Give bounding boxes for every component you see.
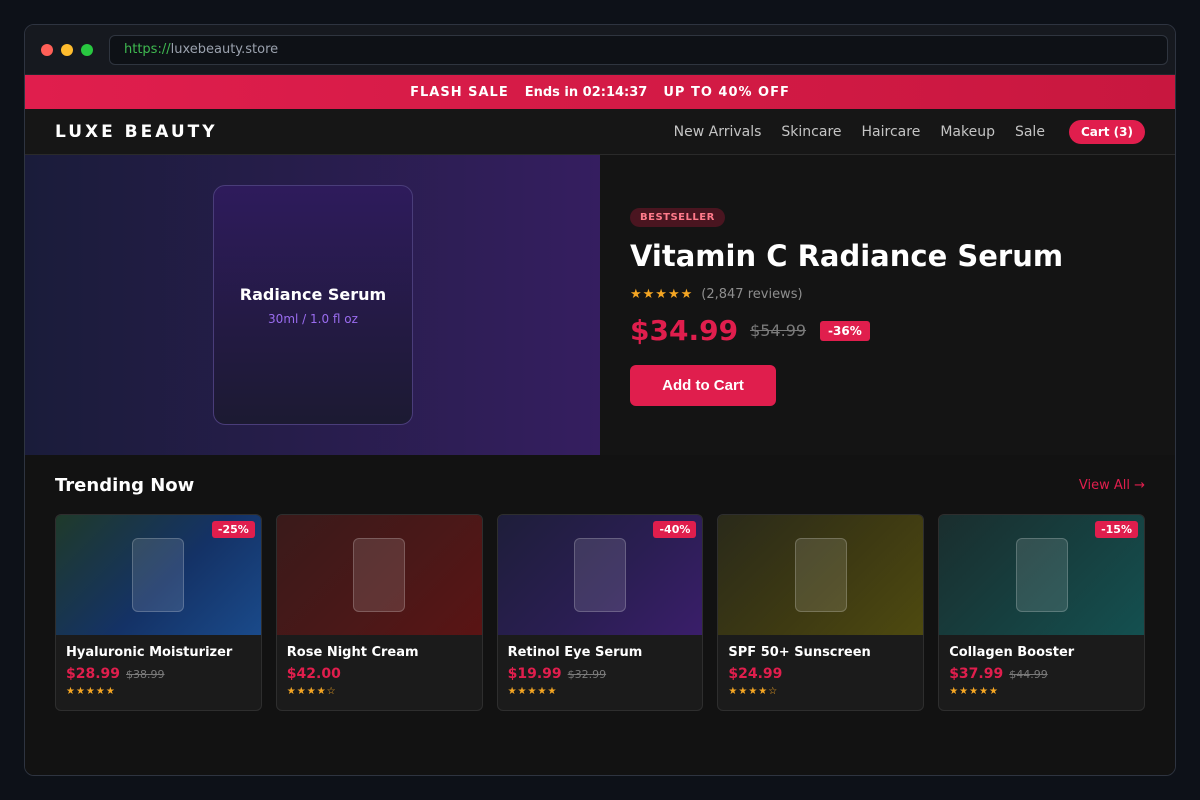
product-old-price: $44.99 [1009, 668, 1048, 681]
product-thumbnail [353, 538, 406, 612]
product-card[interactable]: -40% Retinol Eye Serum $19.99 $32.99 ★★★… [496, 514, 704, 711]
hero-product-image[interactable]: Radiance Serum 30ml / 1.0 fl oz [213, 185, 413, 425]
nav-link-sale[interactable]: Sale [1015, 124, 1045, 140]
product-star-rating-icon: ★★★★★ [66, 686, 116, 697]
product-card-image[interactable]: -40% [497, 515, 703, 635]
maximize-window-button[interactable] [81, 43, 93, 56]
star-rating-icon: ★★★★★ [630, 287, 694, 302]
product-name[interactable]: SPF 50+ Sunscreen [728, 645, 913, 660]
product-star-rating-icon: ★★★★☆ [728, 686, 779, 697]
product-price: $24.99 [728, 666, 783, 682]
minimize-window-button[interactable] [61, 43, 73, 56]
product-card-body: Hyaluronic Moisturizer $28.99 $38.99 ★★★… [56, 635, 261, 707]
product-star-rating-icon: ★★★★☆ [286, 686, 337, 697]
trending-title: Trending Now [55, 475, 195, 496]
price-row: $34.99 $54.99 -36% [630, 314, 1145, 347]
current-price: $34.99 [630, 314, 739, 347]
hero-product-image-size: 30ml / 1.0 fl oz [268, 311, 358, 326]
card-discount-badge: -15% [1095, 521, 1138, 538]
product-card[interactable]: Rose Night Cream $42.00 ★★★★☆ [275, 514, 483, 711]
close-window-button[interactable] [41, 43, 53, 56]
cart-button[interactable]: Cart (3) [1068, 119, 1145, 144]
view-all-link[interactable]: View All → [1079, 478, 1145, 493]
product-card[interactable]: -25% Hyaluronic Moisturizer $28.99 $38.9… [55, 514, 262, 711]
flash-sale-banner: FLASH SALE Ends in 02:14:37 UP TO 40% OF… [25, 75, 1175, 109]
site-navbar: LUXE BEAUTY New Arrivals Skincare Hairca… [25, 109, 1175, 155]
product-thumbnail [573, 538, 626, 612]
url-host: luxebeauty.store [170, 42, 279, 57]
product-card-body: Retinol Eye Serum $19.99 $32.99 ★★★★★ [498, 635, 703, 707]
product-prices: $37.99 $44.99 [949, 666, 1134, 682]
brand-logo[interactable]: LUXE BEAUTY [55, 122, 218, 142]
countdown-timer: Ends in 02:14:37 [524, 84, 648, 100]
product-prices: $19.99 $32.99 [508, 666, 693, 682]
original-price: $54.99 [750, 321, 807, 340]
product-price: $28.99 [66, 666, 121, 682]
product-star-rating-icon: ★★★★★ [507, 686, 558, 697]
product-price: $42.00 [286, 666, 341, 682]
nav-link-makeup[interactable]: Makeup [940, 124, 995, 140]
bestseller-badge: BESTSELLER [630, 208, 725, 227]
trending-header: Trending Now View All → [55, 475, 1145, 496]
browser-window: https://luxebeauty.store FLASH SALE Ends… [24, 24, 1176, 776]
product-name[interactable]: Collagen Booster [949, 645, 1134, 660]
nav-link-new-arrivals[interactable]: New Arrivals [674, 124, 762, 140]
product-prices: $42.00 [287, 666, 472, 682]
nav-link-skincare[interactable]: Skincare [781, 124, 841, 140]
product-old-price: $38.99 [126, 668, 165, 681]
product-card-image[interactable]: -15% [939, 515, 1144, 635]
flash-sale-offer: UP TO 40% OFF [663, 84, 790, 100]
product-name[interactable]: Hyaluronic Moisturizer [66, 645, 251, 660]
browser-titlebar: https://luxebeauty.store [25, 25, 1175, 75]
nav-link-haircare[interactable]: Haircare [862, 124, 921, 140]
hero-details: BESTSELLER Vitamin C Radiance Serum ★★★★… [600, 155, 1175, 455]
product-card[interactable]: SPF 50+ Sunscreen $24.99 ★★★★☆ [717, 514, 925, 711]
address-bar[interactable]: https://luxebeauty.store [109, 34, 1168, 65]
hero-image-panel: Radiance Serum 30ml / 1.0 fl oz [25, 155, 600, 455]
product-thumbnail [1015, 538, 1068, 612]
product-star-rating-icon: ★★★★★ [949, 686, 1000, 697]
product-card[interactable]: -15% Collagen Booster $37.99 $44.99 ★★★★… [938, 514, 1145, 711]
product-thumbnail [794, 538, 847, 612]
product-card-body: Rose Night Cream $42.00 ★★★★☆ [277, 635, 482, 707]
trending-section: Trending Now View All → -25% Hyaluronic … [25, 455, 1175, 775]
nav-links: New Arrivals Skincare Haircare Makeup Sa… [654, 119, 1145, 144]
product-card-image[interactable] [718, 515, 924, 635]
product-prices: $28.99 $38.99 [66, 666, 251, 682]
product-card-list: -25% Hyaluronic Moisturizer $28.99 $38.9… [55, 514, 1145, 711]
flash-sale-label: FLASH SALE [410, 84, 509, 100]
hero-product-image-name: Radiance Serum [239, 284, 387, 304]
add-to-cart-button[interactable]: Add to Cart [630, 365, 776, 406]
product-old-price: $32.99 [567, 668, 607, 681]
product-price: $37.99 [949, 666, 1004, 682]
product-card-body: SPF 50+ Sunscreen $24.99 ★★★★☆ [718, 635, 923, 707]
hero-section: Radiance Serum 30ml / 1.0 fl oz BESTSELL… [25, 155, 1175, 455]
card-discount-badge: -25% [211, 521, 255, 538]
product-prices: $24.99 [728, 666, 913, 682]
review-count[interactable]: (2,847 reviews) [701, 287, 802, 302]
product-name[interactable]: Retinol Eye Serum [508, 645, 693, 660]
product-price: $19.99 [507, 666, 562, 682]
product-name[interactable]: Rose Night Cream [287, 645, 472, 660]
product-card-image[interactable]: -25% [56, 515, 261, 635]
discount-badge: -36% [820, 320, 870, 341]
product-title: Vitamin C Radiance Serum [630, 239, 1064, 273]
card-discount-badge: -40% [653, 521, 697, 538]
product-card-body: Collagen Booster $37.99 $44.99 ★★★★★ [939, 635, 1144, 707]
product-thumbnail [132, 538, 185, 612]
url-scheme: https:// [124, 42, 171, 57]
product-card-image[interactable] [276, 515, 482, 635]
product-rating: ★★★★★ (2,847 reviews) [630, 287, 1145, 302]
window-controls [41, 43, 93, 56]
